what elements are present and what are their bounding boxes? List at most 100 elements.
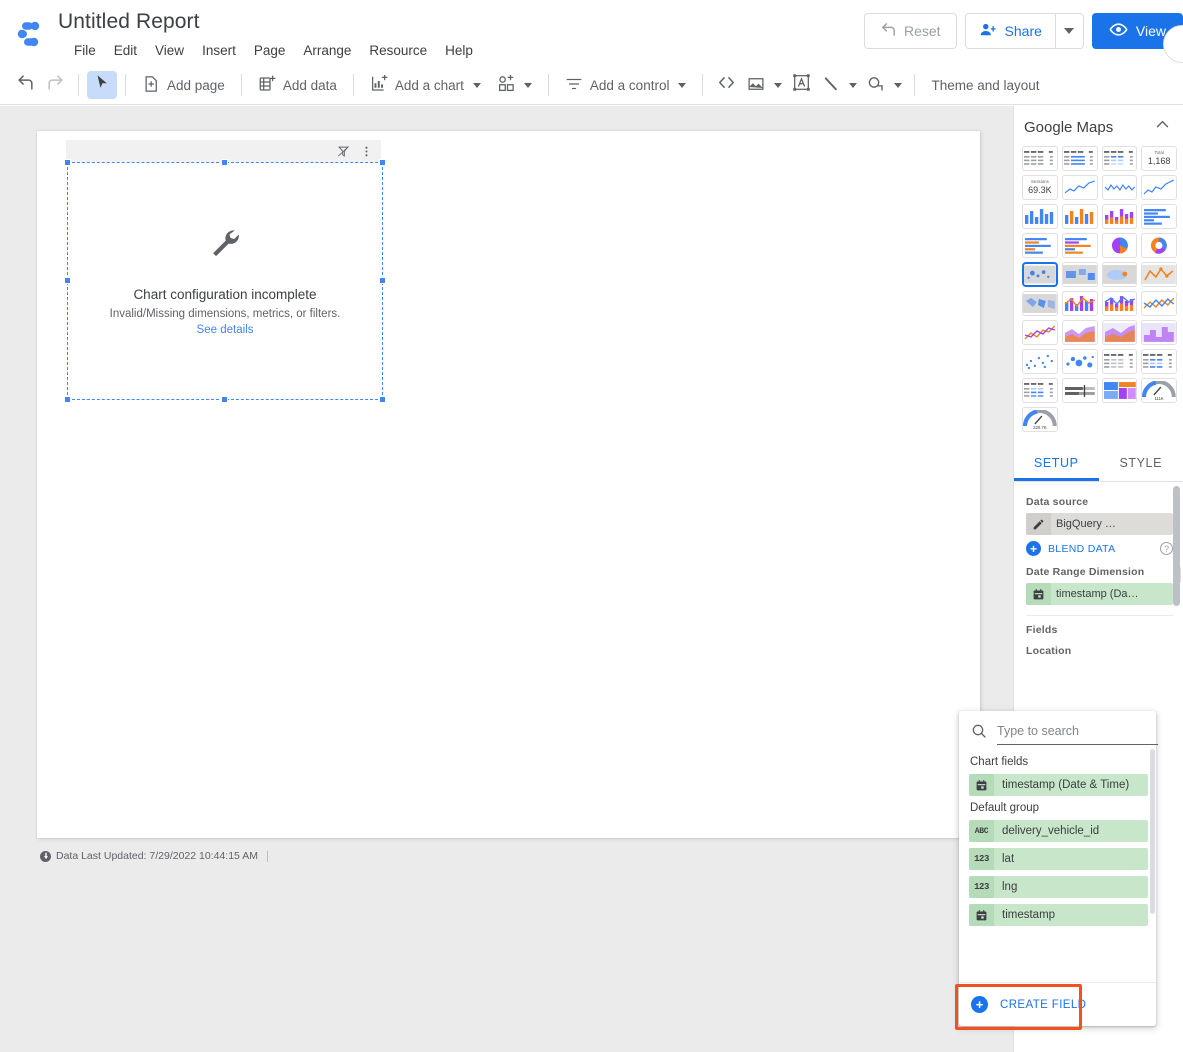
gallery-item-sparkline-chart[interactable] xyxy=(1141,175,1177,200)
report-canvas-area[interactable]: Chart configuration incomplete Invalid/M… xyxy=(0,106,1013,1052)
report-page[interactable]: Chart configuration incomplete Invalid/M… xyxy=(37,131,980,838)
gallery-item-pivot-table[interactable] xyxy=(1101,349,1138,374)
gallery-item-treemap-chart[interactable] xyxy=(1101,378,1138,403)
gallery-item-grouped-bar-chart[interactable] xyxy=(1061,233,1098,258)
select-tool-button[interactable] xyxy=(87,71,117,99)
refresh-data-icon[interactable] xyxy=(40,850,51,862)
gallery-item-google-maps-heatmap[interactable] xyxy=(1101,262,1138,287)
search-input[interactable] xyxy=(997,721,1158,745)
gallery-item-smoothed-time-series-chart[interactable] xyxy=(1101,175,1138,200)
see-details-link[interactable]: See details xyxy=(197,324,254,336)
gallery-item-gauge-chart[interactable]: 111K xyxy=(1141,378,1177,403)
undo-button[interactable] xyxy=(10,71,40,99)
add-control-button[interactable]: Add a control xyxy=(557,71,695,99)
share-button[interactable]: Share xyxy=(965,14,1055,48)
gallery-item-table-chart[interactable] xyxy=(1022,146,1058,171)
tab-style[interactable]: STYLE xyxy=(1099,444,1183,481)
gallery-item-scorecard[interactable]: Total 1,168 xyxy=(1141,146,1177,171)
menu-item-page[interactable]: Page xyxy=(245,39,295,63)
resize-handle-sw[interactable] xyxy=(64,396,71,403)
gallery-item-donut-chart[interactable] xyxy=(1141,233,1177,258)
add-page-button[interactable]: Add page xyxy=(134,71,233,99)
resize-handle-nw[interactable] xyxy=(64,159,71,166)
text-box-button[interactable] xyxy=(786,71,816,99)
resize-handle-ne[interactable] xyxy=(379,159,386,166)
gallery-item-bar-chart[interactable] xyxy=(1141,204,1177,229)
field-item-delivery-vehicle-id[interactable]: ABC delivery_vehicle_id xyxy=(969,820,1148,842)
theme-and-layout-button[interactable]: Theme and layout xyxy=(923,71,1047,99)
gallery-item-pivot-table-with-bars[interactable] xyxy=(1141,349,1177,374)
create-field-footer[interactable]: + CREATE FIELD xyxy=(955,982,1156,1030)
field-item-timestamp-date-time-[interactable]: timestamp (Date & Time) xyxy=(969,774,1148,796)
gallery-item-area-chart[interactable] xyxy=(1061,320,1098,345)
gallery-item-stacked-combo-chart[interactable] xyxy=(1101,291,1138,316)
field-picker-dropdown[interactable]: Chart fields timestamp (Date & Time) Defa… xyxy=(955,711,1158,1030)
chart-type-gallery[interactable]: Total 1,168 Sessions 69.3K 111K 220.7K xyxy=(1014,146,1183,436)
menu-item-edit[interactable]: Edit xyxy=(105,39,146,63)
gallery-item-scatter-chart[interactable] xyxy=(1022,349,1058,374)
menu-item-help[interactable]: Help xyxy=(436,39,482,63)
menu-item-view[interactable]: View xyxy=(146,39,193,63)
redo-button[interactable] xyxy=(40,71,70,99)
menu-item-file[interactable]: File xyxy=(65,39,105,63)
gallery-item-stacked-column-chart[interactable] xyxy=(1101,204,1138,229)
share-options-button[interactable] xyxy=(1054,14,1083,48)
resize-handle-n[interactable] xyxy=(221,159,228,166)
gallery-item-google-maps-lines-map[interactable] xyxy=(1141,262,1177,287)
gallery-item-pie-chart[interactable] xyxy=(1101,233,1138,258)
page-title[interactable]: Untitled Report xyxy=(55,6,482,38)
abc-icon: ABC xyxy=(969,820,994,842)
data-source-chip[interactable]: BigQuery … xyxy=(1026,513,1173,535)
gallery-item-google-maps-filled-map[interactable] xyxy=(1061,262,1098,287)
help-icon[interactable]: ? xyxy=(1160,542,1173,555)
gallery-item-stacked-area-chart[interactable] xyxy=(1101,320,1138,345)
menu-item-resource[interactable]: Resource xyxy=(360,39,436,63)
resize-handle-s[interactable] xyxy=(221,396,228,403)
gallery-item-bubble-chart[interactable] xyxy=(1061,349,1098,374)
field-item-lng[interactable]: 123 lng xyxy=(969,876,1148,898)
line-button[interactable] xyxy=(816,71,861,99)
reset-button[interactable]: Reset xyxy=(863,13,957,49)
field-list-scrollbar[interactable] xyxy=(1150,749,1155,914)
blend-data-row[interactable]: + BLEND DATA ? xyxy=(1026,541,1173,556)
embed-url-button[interactable] xyxy=(711,71,741,99)
gallery-item-google-maps-bubble-map[interactable] xyxy=(1022,262,1058,287)
community-visualizations-button[interactable] xyxy=(489,71,540,99)
gallery-item-clustered-column-chart[interactable] xyxy=(1061,204,1098,229)
shape-button[interactable] xyxy=(861,71,906,99)
menu-item-arrange[interactable]: Arrange xyxy=(294,39,360,63)
gallery-item-bullet-chart[interactable] xyxy=(1061,378,1098,403)
date-range-dimension-chip[interactable]: timestamp (Da… xyxy=(1026,583,1173,605)
more-vert-icon[interactable] xyxy=(360,145,373,158)
resize-handle-se[interactable] xyxy=(379,396,386,403)
resize-handle-w[interactable] xyxy=(64,277,71,284)
add-data-button[interactable]: Add data xyxy=(250,71,345,99)
chevron-down-icon xyxy=(849,82,858,88)
gallery-item-stacked-bar-chart[interactable] xyxy=(1022,233,1058,258)
gallery-item-geo-chart[interactable] xyxy=(1022,291,1058,316)
gallery-item-scorecard-with-compact-numbers[interactable]: Sessions 69.3K xyxy=(1022,175,1058,200)
gallery-item-stepped-area-chart[interactable] xyxy=(1141,320,1177,345)
view-label: View xyxy=(1135,23,1166,39)
chart-placeholder[interactable]: Chart configuration incomplete Invalid/M… xyxy=(64,159,386,403)
tab-setup[interactable]: SETUP xyxy=(1014,444,1099,481)
resize-handle-e[interactable] xyxy=(379,277,386,284)
gallery-item-multi-line-chart[interactable] xyxy=(1141,291,1177,316)
add-chart-button[interactable]: Add a chart xyxy=(362,71,489,99)
menu-item-insert[interactable]: Insert xyxy=(193,39,245,63)
panel-scrollbar[interactable] xyxy=(1173,486,1180,606)
gallery-item-table-with-heatmap-chart[interactable] xyxy=(1101,146,1138,171)
field-item-lat[interactable]: 123 lat xyxy=(969,848,1148,870)
gallery-item-gauge-chart-alt[interactable]: 220.7K xyxy=(1022,407,1058,432)
gallery-item-combo-chart[interactable] xyxy=(1061,291,1098,316)
gallery-item-time-series-chart[interactable] xyxy=(1061,175,1098,200)
image-button[interactable] xyxy=(741,71,786,99)
gallery-item-pivot-table-with-heatmap[interactable] xyxy=(1022,378,1058,403)
field-list[interactable]: Chart fields timestamp (Date & Time) Defa… xyxy=(959,745,1156,982)
chevron-up-icon[interactable] xyxy=(1154,116,1171,138)
gallery-item-smoothed-line-chart[interactable] xyxy=(1022,320,1058,345)
gallery-item-table-with-bars-chart[interactable] xyxy=(1061,146,1098,171)
gallery-item-column-chart[interactable] xyxy=(1022,204,1058,229)
field-item-timestamp[interactable]: timestamp xyxy=(969,904,1148,926)
filter-off-icon[interactable] xyxy=(337,145,350,158)
